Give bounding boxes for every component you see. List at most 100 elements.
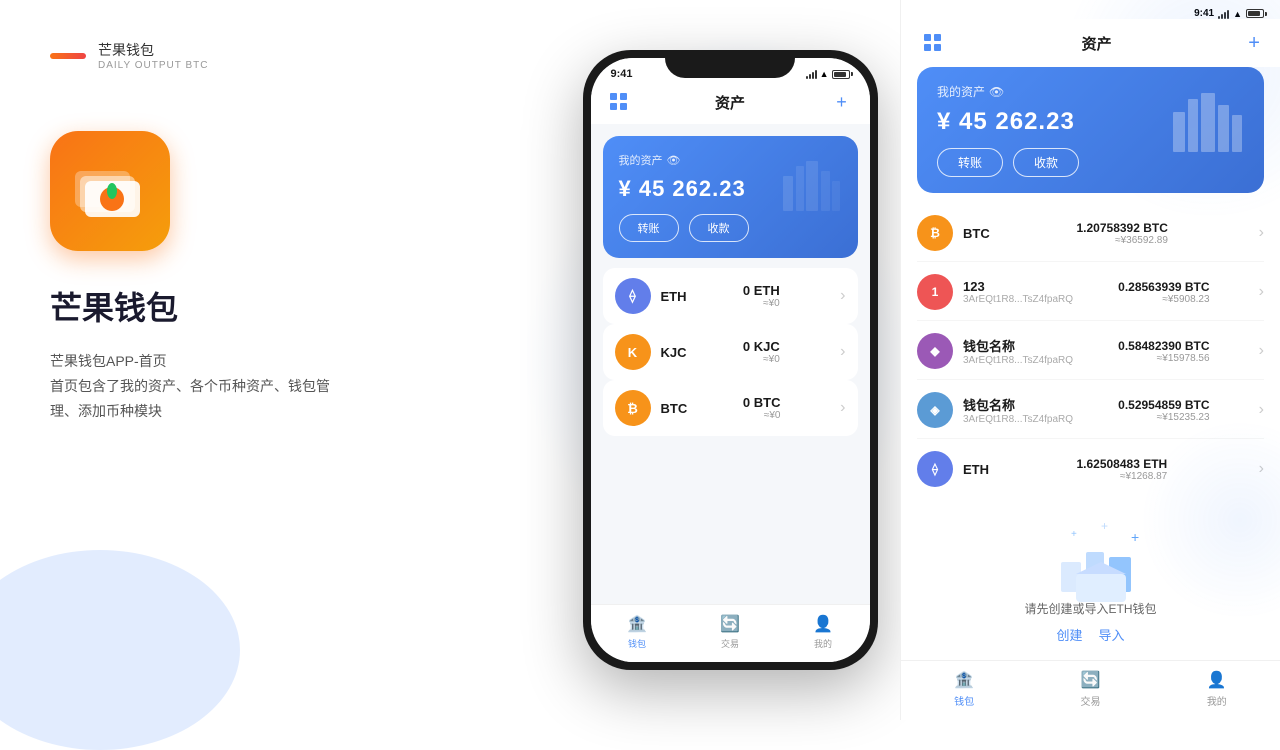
right-status-time: 9:41	[1194, 8, 1214, 19]
right-coin-item-0[interactable]: ₿ BTC 1.20758392 BTC ≈¥36592.89 ›	[917, 205, 1264, 262]
city-bg	[778, 146, 848, 216]
receive-button[interactable]: 收款	[689, 214, 749, 242]
right-nav-item-交易[interactable]: 🔄 交易	[1079, 669, 1101, 708]
right-grid-icon[interactable]	[921, 31, 945, 55]
coin-left-0: ⟠ ETH	[615, 278, 687, 314]
right-coin-name-3: 钱包名称	[963, 395, 1073, 414]
phone-bottom-nav: 🏦 钱包 🔄 交易 👤 我的	[591, 604, 870, 662]
right-coin-cny-2: ≈¥15978.56	[1118, 353, 1209, 364]
right-nav-item-钱包[interactable]: 🏦 钱包	[953, 669, 975, 708]
right-bottom-nav: 🏦 钱包 🔄 交易 👤 我的	[901, 660, 1280, 720]
right-chevron-icon-2: ›	[1259, 342, 1264, 360]
phone-notch	[665, 50, 795, 78]
right-nav-container: 🏦 钱包 🔄 交易 👤 我的	[901, 669, 1280, 708]
right-coin-left-4: ⟠ ETH	[917, 451, 989, 487]
coin-name-BTC: BTC	[661, 401, 688, 416]
phone-screen: 9:41 ▲	[591, 58, 870, 662]
nav-label-我的: 我的	[814, 637, 832, 650]
app-desc: 芒果钱包APP-首页 首页包含了我的资产、各个币种资产、钱包管 理、添加币种模块	[50, 349, 510, 425]
app-icon-svg	[70, 156, 150, 226]
create-wallet-img: + + +	[1041, 512, 1141, 592]
right-coin-item-4[interactable]: ⟠ ETH 1.62508483 ETH ≈¥1268.87 ›	[917, 441, 1264, 496]
coin-logo-KJC: K	[615, 334, 651, 370]
phone-nav-item-钱包[interactable]: 🏦 钱包	[626, 613, 648, 650]
wifi-icon: ▲	[820, 69, 829, 79]
grid-icon[interactable]	[607, 90, 631, 114]
right-battery-icon	[1246, 9, 1264, 18]
right-coin-item-2[interactable]: ◆ 钱包名称 3ArEQt1R8...TsZ4fpaRQ 0.58482390 …	[917, 323, 1264, 380]
chevron-icon-ETH: ›	[840, 287, 845, 305]
app-desc-line1: 芒果钱包APP-首页	[50, 349, 510, 374]
svg-text:+: +	[1071, 529, 1077, 540]
right-nav-icon-1: 🔄	[1079, 669, 1101, 691]
phone-nav-item-交易[interactable]: 🔄 交易	[719, 613, 741, 650]
battery-fill	[834, 72, 846, 77]
transfer-button[interactable]: 转账	[619, 214, 679, 242]
add-icon[interactable]: +	[829, 90, 853, 114]
coin-logo-ETH: ⟠	[615, 278, 651, 314]
coin-left-2: ₿ BTC	[615, 390, 688, 426]
right-coin-item-3[interactable]: ◈ 钱包名称 3ArEQt1R8...TsZ4fpaRQ 0.52954859 …	[917, 382, 1264, 439]
coin-name-ETH: ETH	[661, 289, 687, 304]
right-header-title: 资产	[1082, 33, 1112, 54]
right-add-icon[interactable]: +	[1248, 32, 1260, 55]
right-eye-icon[interactable]: 👁	[989, 85, 1004, 99]
coin-list: ⟠ ETH 0 ETH ≈¥0 › K KJC 0 KJC ≈¥0 › ₿ BT…	[603, 268, 858, 436]
brand-name: 芒果钱包	[98, 40, 208, 60]
phone-device: 9:41 ▲	[583, 50, 878, 670]
chevron-icon-BTC: ›	[840, 399, 845, 417]
phone-header-title: 资产	[715, 92, 745, 113]
right-coin-item-1[interactable]: 1 123 3ArEQt1R8...TsZ4fpaRQ 0.28563939 B…	[917, 264, 1264, 321]
coin-item[interactable]: ⟠ ETH 0 ETH ≈¥0 ›	[603, 268, 858, 324]
right-coin-cny-3: ≈¥15235.23	[1118, 412, 1209, 423]
right-coin-left-0: ₿ BTC	[917, 215, 990, 251]
right-coin-info-2: 钱包名称 3ArEQt1R8...TsZ4fpaRQ	[963, 336, 1073, 366]
phone-nav-item-我的[interactable]: 👤 我的	[812, 613, 834, 650]
app-desc-line3: 理、添加币种模块	[50, 399, 510, 424]
right-chevron-icon-0: ›	[1259, 224, 1264, 242]
right-nav-icon-2: 👤	[1206, 669, 1228, 691]
right-nav-label-钱包: 钱包	[954, 693, 974, 708]
right-nav-icon-0: 🏦	[953, 669, 975, 691]
brand-accent	[50, 53, 86, 59]
app-title: 芒果钱包	[50, 283, 510, 329]
battery-icon	[832, 70, 850, 79]
right-coin-name-0: BTC	[963, 226, 990, 241]
right-coin-left-2: ◆ 钱包名称 3ArEQt1R8...TsZ4fpaRQ	[917, 333, 1073, 369]
right-header: 资产 +	[901, 19, 1280, 67]
nav-label-交易: 交易	[721, 637, 739, 650]
coin-item[interactable]: ₿ BTC 0 BTC ≈¥0 ›	[603, 380, 858, 436]
right-coin-right-0: 1.20758392 BTC ≈¥36592.89	[1076, 221, 1167, 246]
coin-logo-BTC: ₿	[615, 390, 651, 426]
nav-icon-1: 🔄	[719, 613, 741, 635]
right-coin-logo-4: ⟠	[917, 451, 953, 487]
right-chevron-icon-3: ›	[1259, 401, 1264, 419]
right-coin-info-3: 钱包名称 3ArEQt1R8...TsZ4fpaRQ	[963, 395, 1073, 425]
nav-label-钱包: 钱包	[628, 637, 646, 650]
right-coin-addr-2: 3ArEQt1R8...TsZ4fpaRQ	[963, 355, 1073, 366]
right-coin-name-2: 钱包名称	[963, 336, 1073, 355]
right-coin-addr-1: 3ArEQt1R8...TsZ4fpaRQ	[963, 294, 1073, 305]
coin-item[interactable]: K KJC 0 KJC ≈¥0 ›	[603, 324, 858, 380]
right-coin-cny-1: ≈¥5908.23	[1118, 294, 1209, 305]
app-icon	[50, 131, 170, 251]
right-transfer-button[interactable]: 转账	[937, 148, 1003, 177]
right-coin-logo-1: 1	[917, 274, 953, 310]
right-grid-icon-inner	[924, 34, 942, 52]
right-coins-list: ₿ BTC 1.20758392 BTC ≈¥36592.89 › 1 123 …	[901, 205, 1280, 496]
right-coin-amount-3: 0.52954859 BTC	[1118, 398, 1209, 412]
asset-actions: 转账 收款	[619, 214, 842, 242]
right-receive-button[interactable]: 收款	[1013, 148, 1079, 177]
right-coin-addr-3: 3ArEQt1R8...TsZ4fpaRQ	[963, 414, 1073, 425]
eye-icon[interactable]: 👁	[667, 154, 681, 167]
right-nav-label-交易: 交易	[1080, 693, 1100, 708]
coin-cny-ETH: ≈¥0	[743, 298, 780, 309]
right-coin-info-4: ETH	[963, 462, 989, 477]
create-link[interactable]: 创建	[1056, 625, 1082, 644]
import-link[interactable]: 导入	[1099, 625, 1125, 644]
right-chevron-icon-4: ›	[1259, 460, 1264, 478]
right-chevron-icon-1: ›	[1259, 283, 1264, 301]
right-nav-item-我的[interactable]: 👤 我的	[1206, 669, 1228, 708]
chevron-icon-KJC: ›	[840, 343, 845, 361]
decorative-blob	[0, 550, 240, 750]
